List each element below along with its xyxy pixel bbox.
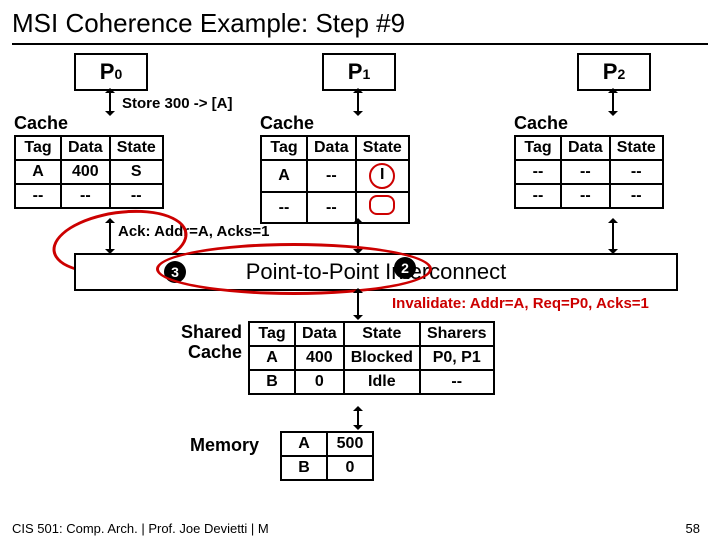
step-3-badge: 3 [164, 261, 186, 283]
p1-cache-table: TagDataState A -- I -- -- [260, 135, 410, 224]
arrow-shared-mem [357, 407, 359, 429]
arrow-p0-cache [109, 89, 111, 115]
ack-label: Ack: Addr=A, Acks=1 [118, 223, 269, 240]
arrow-p1-cache [357, 89, 359, 115]
arrow-c2-ic [612, 219, 614, 253]
arrow-c0-ic [109, 219, 111, 253]
memory-table: A500 B0 [280, 431, 374, 481]
footer-text: CIS 501: Comp. Arch. | Prof. Joe Deviett… [12, 521, 269, 536]
shared-cache-table: TagData StateSharers A400 BlockedP0, P1 … [248, 321, 495, 395]
cache-label-2: Cache [514, 113, 568, 134]
arrow-c1-ic [357, 219, 359, 253]
cache-label-0: Cache [14, 113, 68, 134]
slide-title: MSI Coherence Example: Step #9 [12, 8, 708, 45]
invalidate-label: Invalidate: Addr=A, Req=P0, Acks=1 [392, 295, 649, 312]
arrow-p2-cache [612, 89, 614, 115]
p1-state-empty [369, 195, 395, 215]
p0-cache-table: TagDataState A400S ------ [14, 135, 164, 209]
diagram-stage: P0 P1 P2 Store 300 -> [A] Cache Cache Ca… [12, 51, 708, 511]
shared-cache-label: Shared Cache [164, 323, 242, 363]
store-label: Store 300 -> [A] [122, 95, 232, 112]
p1-state-I: I [356, 160, 409, 192]
arrow-ic-shared [357, 289, 359, 319]
memory-label: Memory [190, 435, 259, 456]
slide-number: 58 [686, 521, 700, 536]
step-2-badge: 2 [394, 257, 416, 279]
cache-label-1: Cache [260, 113, 314, 134]
p2-cache-table: TagDataState ------ ------ [514, 135, 664, 209]
